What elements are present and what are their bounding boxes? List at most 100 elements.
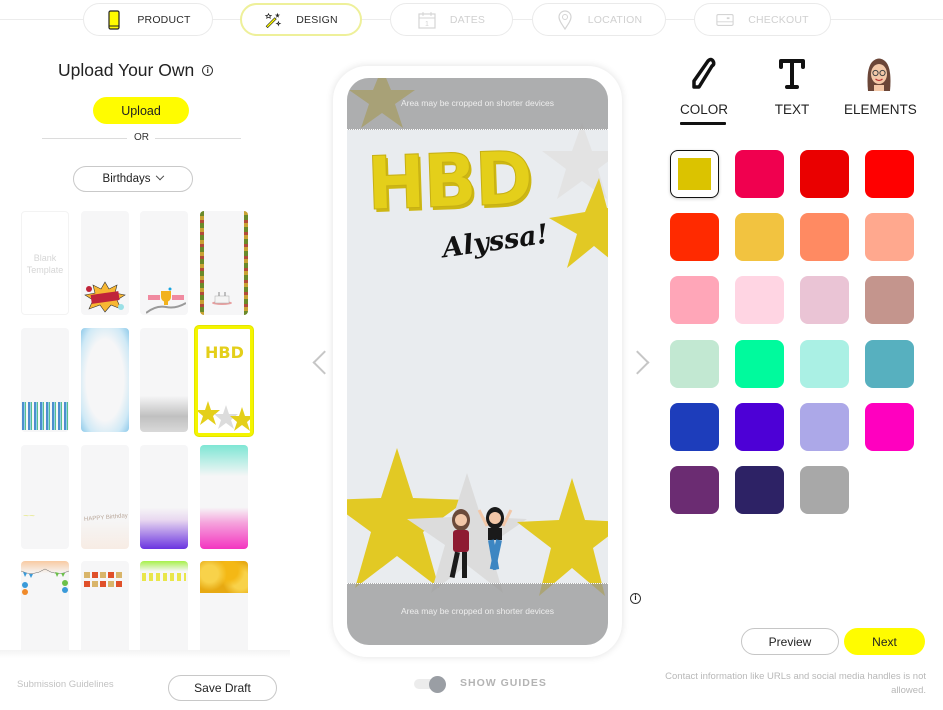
tab-text[interactable]: TEXT	[772, 54, 812, 117]
color-swatch[interactable]	[800, 213, 849, 261]
template-thumbnail[interactable]	[140, 445, 188, 549]
template-thumbnail[interactable]	[140, 561, 188, 655]
tab-elements[interactable]: ELEMENTS	[844, 54, 917, 117]
pennant-art	[142, 573, 186, 581]
filter-canvas[interactable]: HBD Alyssa! Area may be cropped on short…	[347, 78, 608, 645]
border-art	[244, 211, 248, 315]
color-swatch[interactable]	[800, 276, 849, 324]
step-design[interactable]: DESIGN	[240, 3, 362, 36]
show-guides-toggle[interactable]	[414, 676, 448, 693]
color-swatch[interactable]	[670, 340, 719, 388]
blank-template-label: Blank Template	[26, 253, 64, 275]
color-swatch[interactable]	[865, 340, 914, 388]
step-label: LOCATION	[587, 13, 643, 26]
color-swatch[interactable]	[865, 403, 914, 451]
tab-label: TEXT	[774, 102, 810, 117]
yellow-star-right	[549, 178, 608, 268]
template-thumbnail[interactable]	[81, 561, 129, 655]
step-navigation: PRODUCT DESIGN 1 DATES LOCATION CHECKOUT	[0, 0, 943, 38]
preview-button[interactable]: Preview	[741, 628, 839, 655]
design-tools-tabs: COLOR TEXT ELEMENTS	[668, 54, 928, 134]
color-swatch[interactable]	[735, 466, 784, 514]
next-template-arrow[interactable]	[634, 348, 648, 378]
show-guides-control[interactable]: SHOW GUIDES	[414, 676, 547, 693]
color-swatch[interactable]	[800, 403, 849, 451]
name-text[interactable]: Alyssa!	[440, 219, 550, 265]
submission-guidelines-link[interactable]: Submission Guidelines	[17, 679, 114, 690]
color-swatch[interactable]	[865, 276, 914, 324]
next-button[interactable]: Next	[844, 628, 925, 655]
hbd-headline[interactable]: HBD	[365, 134, 533, 227]
upload-button[interactable]: Upload	[93, 97, 189, 124]
template-thumbnail[interactable]	[200, 445, 248, 549]
doodle-art: ~~	[23, 511, 35, 522]
color-swatch[interactable]	[670, 466, 719, 514]
template-thumbnail[interactable]	[21, 328, 69, 432]
bunting-art	[21, 565, 69, 597]
color-swatch[interactable]	[670, 276, 719, 324]
step-dates[interactable]: 1 DATES	[390, 3, 513, 36]
banner-art	[83, 571, 127, 589]
guides-info[interactable]: i	[630, 587, 641, 605]
svg-text:1: 1	[425, 21, 429, 28]
color-swatch[interactable]	[670, 403, 719, 451]
toggle-knob	[429, 676, 446, 693]
or-divider: OR	[42, 132, 241, 146]
color-swatch[interactable]	[800, 340, 849, 388]
template-thumbnail[interactable]	[21, 561, 69, 655]
step-location[interactable]: LOCATION	[532, 3, 666, 36]
tab-label: ELEMENTS	[844, 102, 917, 117]
border-art	[200, 211, 204, 315]
previous-template-arrow[interactable]	[310, 348, 324, 378]
color-swatch[interactable]	[865, 150, 914, 198]
step-checkout[interactable]: CHECKOUT	[694, 3, 831, 36]
happy-birthday-script: HAPPY Birthday	[83, 513, 129, 523]
template-thumbnail[interactable]: Blank Template	[21, 211, 69, 315]
template-gallery: Blank Template HBD ~~ HAPPY Birthday	[0, 205, 290, 655]
tab-label: COLOR	[680, 102, 729, 117]
comic-burst-art	[83, 281, 127, 313]
template-thumbnail[interactable]: HAPPY Birthday	[81, 445, 129, 549]
trophy-art	[145, 287, 187, 315]
template-thumbnail[interactable]	[81, 211, 129, 315]
cake-art	[212, 291, 234, 305]
color-swatch[interactable]	[865, 213, 914, 261]
phone-icon	[105, 9, 123, 30]
candles-art	[22, 402, 68, 430]
info-icon[interactable]: i	[202, 65, 214, 76]
color-swatch[interactable]	[670, 213, 719, 261]
color-swatch[interactable]	[735, 213, 784, 261]
chevron-down-icon	[156, 171, 165, 181]
color-swatch[interactable]	[800, 150, 849, 198]
bitmoji-friends-sticker[interactable]	[439, 506, 519, 588]
color-swatch[interactable]	[735, 403, 784, 451]
info-icon[interactable]: i	[630, 592, 641, 604]
color-swatch[interactable]	[800, 466, 849, 514]
template-thumbnail[interactable]	[81, 328, 129, 432]
bitmoji-avatar-icon	[844, 54, 914, 94]
template-thumbnail[interactable]	[140, 328, 188, 432]
color-swatch-selected[interactable]	[670, 150, 719, 198]
step-product[interactable]: PRODUCT	[83, 3, 213, 36]
hbd-mini-art: HBD	[205, 343, 244, 362]
color-swatch[interactable]	[735, 276, 784, 324]
upload-title-text: Upload Your Own	[58, 60, 195, 80]
active-tab-underline	[680, 122, 726, 125]
template-thumbnail-selected[interactable]: HBD	[195, 326, 253, 436]
category-selected-value: Birthdays	[102, 173, 151, 185]
template-thumbnail[interactable]	[140, 211, 188, 315]
template-thumbnail[interactable]	[200, 561, 248, 655]
text-t-icon	[772, 54, 812, 94]
save-draft-button[interactable]: Save Draft	[168, 675, 277, 701]
template-thumbnail[interactable]: ~~	[21, 445, 69, 549]
crop-guide-top: Area may be cropped on shorter devices	[347, 78, 608, 130]
category-dropdown[interactable]: Birthdays	[73, 166, 193, 192]
divider-line	[42, 138, 127, 139]
phone-preview-frame: HBD Alyssa! Area may be cropped on short…	[333, 66, 622, 657]
color-swatch[interactable]	[735, 150, 784, 198]
tab-color[interactable]: COLOR	[680, 54, 729, 125]
swatch-fill	[678, 158, 711, 190]
color-swatch[interactable]	[735, 340, 784, 388]
template-thumbnail[interactable]	[200, 211, 248, 315]
calendar-icon: 1	[418, 10, 436, 30]
